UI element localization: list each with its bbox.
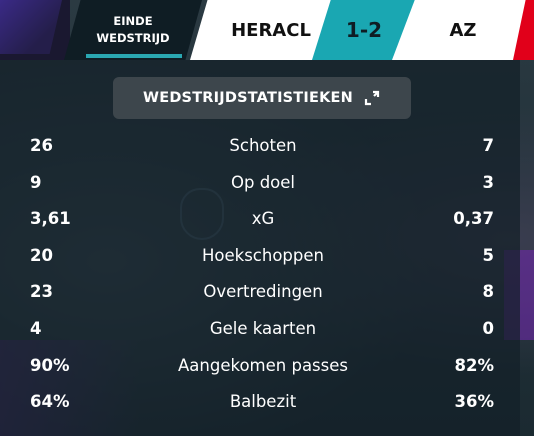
stat-home-value: 20 — [30, 245, 53, 265]
stat-home-value: 9 — [30, 172, 42, 192]
stat-label: Gele kaarten — [209, 319, 317, 338]
match-status: EINDE WEDSTRIJD — [64, 0, 202, 60]
away-team-name: AZ — [392, 0, 534, 60]
stat-home-value: 64% — [30, 392, 70, 412]
stat-away-value: 7 — [482, 136, 494, 155]
stat-away-value: 0,37 — [453, 209, 494, 229]
status-underline — [86, 54, 182, 58]
stat-row: 20 Hoekschoppen 5 — [0, 238, 520, 274]
stat-label: xG — [251, 209, 275, 229]
stat-label: Aangekomen passes — [178, 355, 348, 375]
match-status-line: WEDSTRIJD — [96, 31, 170, 45]
stat-label: Schoten — [229, 136, 297, 155]
home-team-name: HERACL — [190, 0, 336, 60]
stat-row: 64% Balbezit 36% — [0, 384, 520, 420]
competition-badge — [0, 0, 70, 60]
stat-home-value: 4 — [30, 319, 42, 338]
stat-home-value: 26 — [30, 136, 53, 155]
scoreboard: EINDE WEDSTRIJD HERACL 1-2 AZ — [0, 0, 534, 60]
stat-home-value: 23 — [30, 282, 53, 302]
stat-label: Op doel — [230, 172, 295, 192]
stat-away-value: 36% — [454, 392, 495, 412]
stat-row: 90% Aangekomen passes 82% — [0, 348, 520, 384]
stat-home-value: 90% — [30, 355, 70, 375]
stat-row: 3,61 xG 0,37 — [0, 201, 520, 237]
stat-row: 4 Gele kaarten 0 — [0, 311, 520, 347]
stat-away-value: 5 — [482, 245, 494, 265]
stat-label: Balbezit — [229, 392, 297, 412]
match-stats-header-button[interactable]: WEDSTRIJDSTATISTIEKEN — [113, 77, 411, 119]
expand-icon[interactable] — [363, 89, 381, 107]
stat-label: Hoekschoppen — [202, 245, 324, 265]
stat-away-value: 3 — [482, 172, 494, 192]
match-status-line: EINDE — [113, 14, 153, 28]
stat-away-value: 0 — [482, 319, 494, 338]
match-stats-title: WEDSTRIJDSTATISTIEKEN — [143, 90, 353, 106]
stat-row: 9 Op doel 3 — [0, 165, 520, 201]
stat-away-value: 8 — [482, 282, 494, 302]
stat-label: Overtredingen — [203, 282, 323, 302]
stat-away-value: 82% — [454, 355, 495, 375]
stat-row: 23 Overtredingen 8 — [0, 274, 520, 310]
stat-row: 26 Schoten 7 — [0, 128, 520, 164]
stat-home-value: 3,61 — [30, 209, 71, 229]
